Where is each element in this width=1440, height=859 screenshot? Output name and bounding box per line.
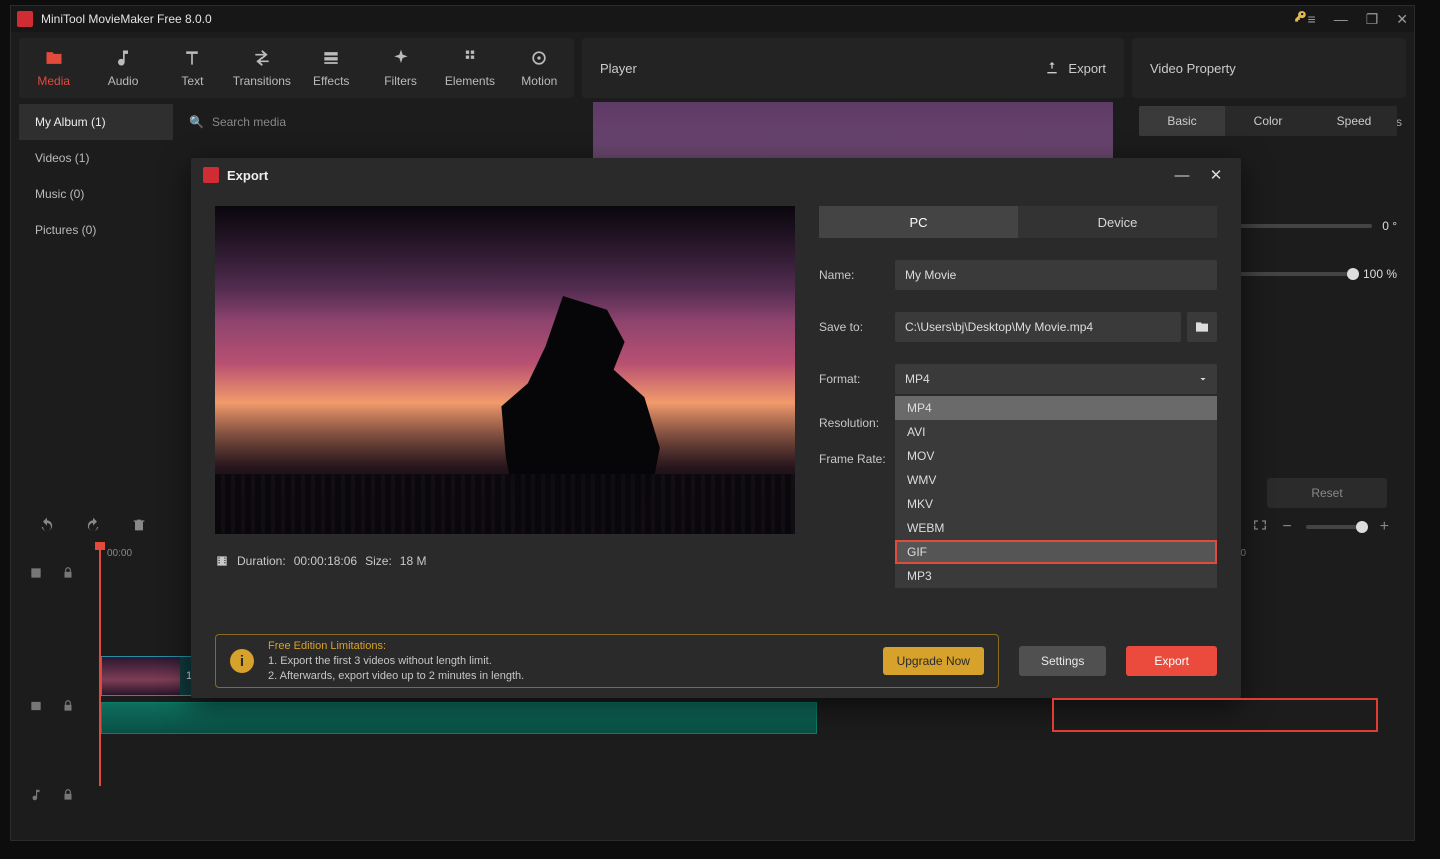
key-icon[interactable] [1294,10,1308,29]
format-option-mov[interactable]: MOV [895,444,1217,468]
info-icon: i [230,649,254,673]
free-limitation-box: i Free Edition Limitations: 1. Export th… [215,634,999,688]
minimize-icon[interactable]: — [1334,11,1348,28]
player-panel-head: Player Export [582,38,1124,98]
add-track-icon[interactable] [29,566,43,585]
tab-text[interactable]: Text [158,38,227,98]
lock-image-icon[interactable] [61,699,75,718]
clip-thumbnail [102,657,180,695]
image-track-icon[interactable] [29,699,43,718]
zoom-slider[interactable] [1306,525,1366,529]
tab-transitions[interactable]: Transitions [227,38,296,98]
limitation-line1: 1. Export the first 3 videos without len… [268,655,492,667]
fit-icon[interactable] [1252,517,1268,538]
tab-filters[interactable]: Filters [366,38,435,98]
export-meta: Duration: 00:00:18:06 Size: 18 M [215,554,795,568]
zoom-in-icon[interactable]: + [1380,518,1389,536]
tab-effects[interactable]: Effects [297,38,366,98]
size-value: 18 M [400,554,427,568]
prop-tab-color[interactable]: Color [1225,106,1311,136]
undo-icon[interactable] [39,517,55,538]
export-dialog-icon [203,167,219,183]
size-label: Size: [365,554,392,568]
export-tab-pc[interactable]: PC [819,206,1018,238]
name-label: Name: [819,268,895,282]
export-close-icon[interactable]: ✕ [1203,166,1229,184]
clip-audio-bar[interactable] [101,702,817,734]
limitation-head: Free Edition Limitations: [268,639,524,654]
settings-button[interactable]: Settings [1019,646,1106,676]
titlebar: MiniTool MovieMaker Free 8.0.0 ≡ — ❐ ✕ [11,6,1414,32]
lock-audio-icon[interactable] [61,788,75,807]
app-title: MiniTool MovieMaker Free 8.0.0 [41,12,1294,26]
menu-icon[interactable]: ≡ [1308,11,1316,28]
maximize-icon[interactable]: ❐ [1366,11,1379,28]
format-option-wmv[interactable]: WMV [895,468,1217,492]
sidebar-item-videos[interactable]: Videos (1) [19,140,173,176]
tab-media[interactable]: Media [19,38,88,98]
tab-motion[interactable]: Motion [505,38,574,98]
close-icon[interactable]: ✕ [1396,11,1408,28]
tab-audio[interactable]: Audio [88,38,157,98]
opacity-value: 100 % [1363,267,1397,281]
search-placeholder[interactable]: Search media [212,115,286,129]
highlight-rect-gif [1052,698,1378,732]
reset-button[interactable]: Reset [1267,478,1387,508]
video-property-head: Video Property [1132,38,1406,98]
player-label: Player [600,61,1030,76]
saveto-input[interactable] [895,312,1181,342]
limitation-line2: 2. Afterwards, export video up to 2 minu… [268,670,524,682]
browse-folder-button[interactable] [1187,312,1217,342]
prop-tab-basic[interactable]: Basic [1139,106,1225,136]
lock-track-icon[interactable] [61,566,75,585]
export-dialog-title: Export [227,168,1161,183]
media-sidebar: My Album (1) Videos (1) Music (0) Pictur… [19,104,173,248]
film-icon [215,554,229,568]
format-option-mkv[interactable]: MKV [895,492,1217,516]
sidebar-item-music[interactable]: Music (0) [19,176,173,212]
saveto-label: Save to: [819,320,895,334]
export-dialog: Export — ✕ Duration: 00:00:18:06 Size: 1… [191,158,1241,698]
format-select[interactable]: MP4 MP4 AVI MOV WMV MKV WEBM GIF MP3 [895,364,1217,394]
format-value: MP4 [905,372,930,386]
app-icon [17,11,33,27]
zoom-out-icon[interactable]: − [1282,518,1291,536]
audio-track-icon[interactable] [29,788,43,807]
format-option-webm[interactable]: WEBM [895,516,1217,540]
sidebar-item-pictures[interactable]: Pictures (0) [19,212,173,248]
duration-value: 00:00:18:06 [294,554,357,568]
track-controls [29,566,75,807]
sidebar-item-myalbum[interactable]: My Album (1) [19,104,173,140]
prop-tab-speed[interactable]: Speed [1311,106,1397,136]
chevron-down-icon [1197,373,1209,385]
framerate-label: Frame Rate: [819,452,895,466]
video-property-label: Video Property [1150,61,1236,76]
search-icon: 🔍 [189,115,204,129]
delete-icon[interactable] [131,517,147,538]
format-option-avi[interactable]: AVI [895,420,1217,444]
preview-skyline [215,474,795,534]
format-option-mp4[interactable]: MP4 [895,396,1217,420]
redo-icon[interactable] [85,517,101,538]
export-preview [215,206,795,534]
app-window: MiniTool MovieMaker Free 8.0.0 ≡ — ❐ ✕ M… [10,5,1415,841]
tab-elements[interactable]: Elements [435,38,504,98]
export-titlebar: Export — ✕ [191,158,1241,192]
duration-label: Duration: [237,554,286,568]
export-button-top[interactable]: Export [1044,60,1106,76]
name-input[interactable] [895,260,1217,290]
export-tab-device[interactable]: Device [1018,206,1217,238]
format-option-gif[interactable]: GIF [895,540,1217,564]
main-toolbar: Media Audio Text Transitions Effects Fil… [19,38,574,98]
format-dropdown: MP4 AVI MOV WMV MKV WEBM GIF MP3 [895,396,1217,588]
format-label: Format: [819,372,895,386]
format-option-mp3[interactable]: MP3 [895,564,1217,588]
player-preview [593,102,1113,162]
upgrade-now-button[interactable]: Upgrade Now [883,647,984,675]
export-button[interactable]: Export [1126,646,1217,676]
rotate-value: 0 ° [1382,219,1397,233]
export-minimize-icon[interactable]: — [1169,167,1195,184]
resolution-label: Resolution: [819,416,895,430]
